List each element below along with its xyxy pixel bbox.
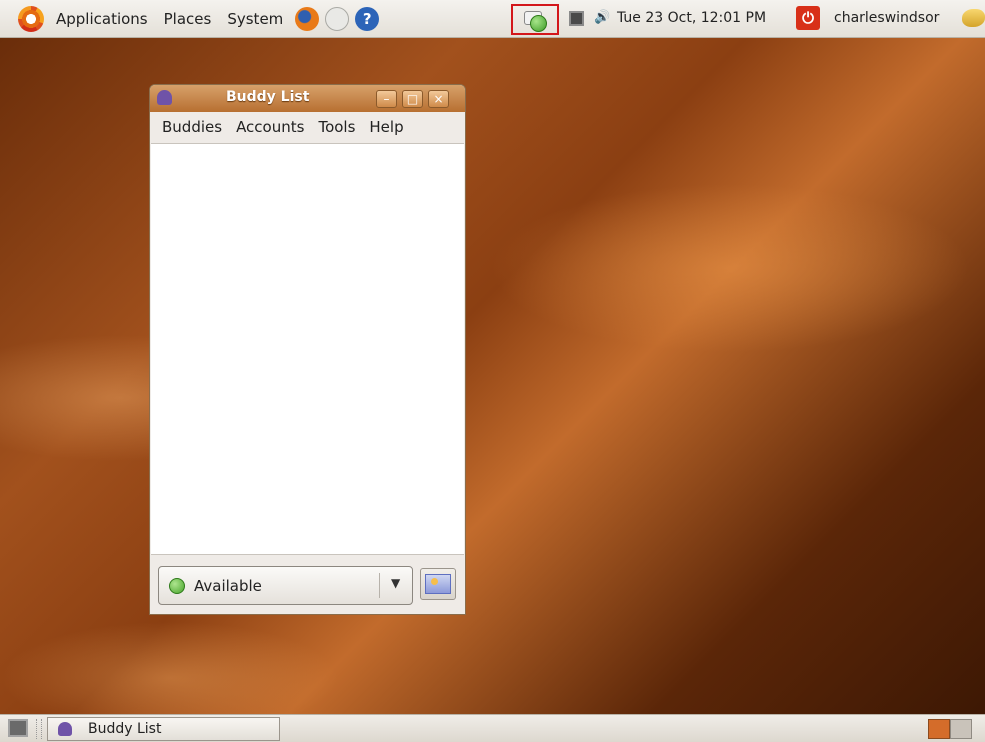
window-titlebar[interactable]: Buddy List – □ × xyxy=(150,85,465,112)
pidgin-tray-icon[interactable] xyxy=(524,9,547,32)
pidgin-app-icon xyxy=(58,722,72,736)
menu-system[interactable]: System xyxy=(221,10,289,28)
network-icon[interactable] xyxy=(569,11,584,26)
avatar-icon xyxy=(425,574,451,594)
window-menubar: Buddies Accounts Tools Help xyxy=(150,112,465,142)
window-title: Buddy List xyxy=(226,89,310,105)
power-icon[interactable]: ⏻ xyxy=(796,6,820,30)
status-selector[interactable]: Available ▼ xyxy=(158,566,413,605)
menu-applications[interactable]: Applications xyxy=(50,10,154,28)
buddy-list-area[interactable] xyxy=(151,143,464,555)
workspace-1[interactable] xyxy=(928,719,950,739)
show-desktop-icon[interactable] xyxy=(8,719,28,737)
firefox-icon[interactable] xyxy=(295,6,320,31)
menu-help[interactable]: Help xyxy=(369,118,403,136)
status-text: Available xyxy=(194,577,262,595)
maximize-button[interactable]: □ xyxy=(402,90,423,108)
status-available-icon xyxy=(530,14,547,32)
help-icon[interactable]: ? xyxy=(355,6,380,31)
menu-tools[interactable]: Tools xyxy=(318,118,355,136)
menu-buddies[interactable]: Buddies xyxy=(162,118,222,136)
avatar-button[interactable] xyxy=(420,568,456,600)
panel-grip[interactable] xyxy=(36,719,42,739)
volume-icon[interactable]: 🔊 xyxy=(594,10,610,25)
menu-accounts[interactable]: Accounts xyxy=(236,118,304,136)
username[interactable]: charleswindsor xyxy=(834,10,939,26)
menu-places[interactable]: Places xyxy=(158,10,218,28)
buddy-list-window: Buddy List – □ × Buddies Accounts Tools … xyxy=(149,84,466,615)
workspace-2[interactable] xyxy=(950,719,972,739)
clock[interactable]: Tue 23 Oct, 12:01 PM xyxy=(617,10,766,26)
desktop xyxy=(0,38,985,714)
taskbar-buddy-list-button[interactable]: Buddy List xyxy=(47,717,280,741)
top-panel: Applications Places System ? 🔊 Tue 23 Oc… xyxy=(0,0,985,38)
status-available-icon xyxy=(169,578,185,594)
chevron-down-icon[interactable]: ▼ xyxy=(391,576,400,590)
pidgin-tray-highlight[interactable] xyxy=(511,4,559,35)
close-button[interactable]: × xyxy=(428,90,449,108)
mail-icon[interactable] xyxy=(325,6,350,31)
pidgin-app-icon xyxy=(157,90,172,105)
bottom-panel: Buddy List xyxy=(0,714,985,742)
ubuntu-logo-icon[interactable] xyxy=(18,5,44,32)
minimize-button[interactable]: – xyxy=(376,90,397,108)
top-panel-menus: Applications Places System ? xyxy=(0,5,380,32)
taskbar-label: Buddy List xyxy=(88,721,162,737)
combo-separator xyxy=(379,573,380,598)
user-switcher-icon[interactable] xyxy=(962,9,985,27)
